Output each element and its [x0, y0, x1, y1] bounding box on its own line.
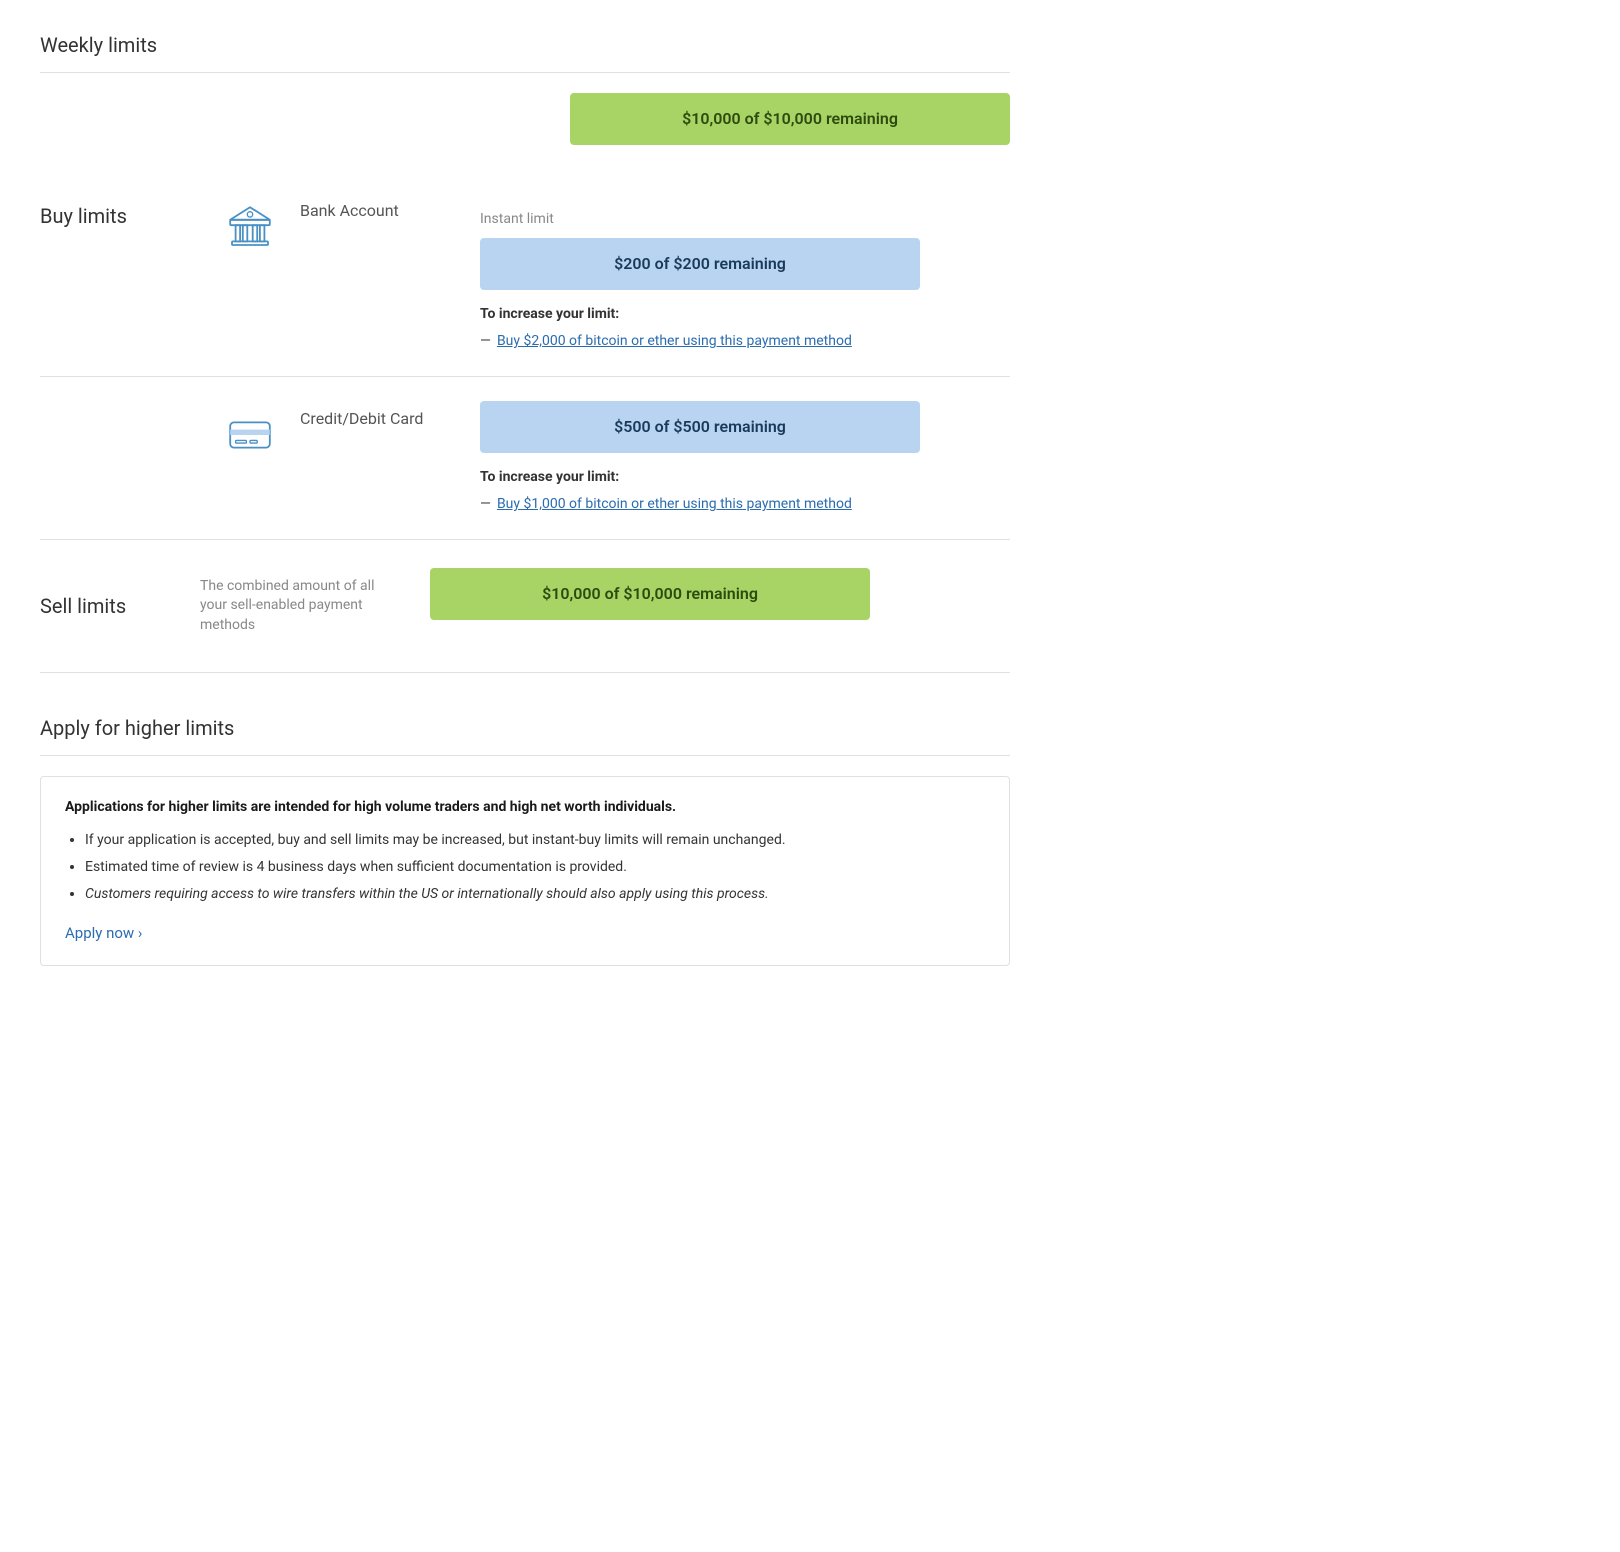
apply-bullet-2: Estimated time of review is 4 business d… — [85, 857, 985, 878]
instant-limit-label: Instant limit — [480, 209, 1010, 230]
sell-limits-row: Sell limits The combined amount of all y… — [40, 568, 1010, 644]
sell-limit-bar-container: $10,000 of $10,000 remaining — [430, 568, 1010, 644]
credit-debit-info: Credit/Debit Card — [300, 401, 460, 431]
apply-now-button[interactable]: Apply now › — [65, 924, 142, 942]
global-bar-container: $10,000 of $10,000 remaining — [570, 93, 1010, 169]
card-icon — [220, 405, 280, 465]
buy-global-limit-bar: $10,000 of $10,000 remaining — [570, 93, 1010, 145]
bank-account-name: Bank Account — [300, 201, 399, 220]
weekly-limits-section: Weekly limits $10,000 of $10,000 remaini… — [40, 30, 1010, 673]
weekly-limits-title: Weekly limits — [40, 30, 1010, 73]
apply-info-box: Applications for higher limits are inten… — [40, 776, 1010, 966]
credit-debit-dash-prefix: — — [480, 494, 491, 515]
global-limit-row: $10,000 of $10,000 remaining — [40, 73, 1010, 169]
bank-account-block: Buy limits Bank Account Insta — [40, 169, 1010, 377]
bank-instant-limit-bar: $200 of $200 remaining — [480, 238, 920, 290]
bank-increase-label: To increase your limit: — [480, 304, 1010, 325]
sell-limit-bar: $10,000 of $10,000 remaining — [430, 568, 870, 620]
buy-limits-label-2: Buy limits — [40, 401, 200, 439]
bank-account-limits: Instant limit $200 of $200 remaining To … — [480, 193, 1010, 352]
bank-increase-row: — Buy $2,000 of bitcoin or ether using t… — [480, 331, 1010, 352]
credit-debit-block: Buy limits Credit/Debit Card $500 of $50… — [40, 377, 1010, 539]
sell-limits-area: Sell limits The combined amount of all y… — [40, 540, 1010, 673]
bank-dash-prefix: — — [480, 331, 491, 352]
buy-limits-label: Buy limits — [40, 193, 200, 231]
credit-debit-bar: $500 of $500 remaining — [480, 401, 920, 453]
credit-debit-increase-row: — Buy $1,000 of bitcoin or ether using t… — [480, 494, 1010, 515]
apply-info-list: If your application is accepted, buy and… — [65, 830, 985, 905]
buy-limits-area: $10,000 of $10,000 remaining Buy limits — [40, 73, 1010, 540]
apply-bullet-1: If your application is accepted, buy and… — [85, 830, 985, 851]
credit-debit-name: Credit/Debit Card — [300, 409, 423, 428]
bank-icon — [220, 197, 280, 257]
apply-section: Apply for higher limits Applications for… — [40, 713, 1010, 966]
apply-bullet-3: Customers requiring access to wire trans… — [85, 884, 985, 905]
credit-debit-increase-label: To increase your limit: — [480, 467, 1010, 488]
credit-debit-increase-link[interactable]: Buy $1,000 of bitcoin or ether using thi… — [497, 494, 852, 515]
bank-increase-link[interactable]: Buy $2,000 of bitcoin or ether using thi… — [497, 331, 852, 352]
apply-section-title: Apply for higher limits — [40, 713, 1010, 756]
credit-debit-limits: $500 of $500 remaining To increase your … — [480, 401, 1010, 515]
apply-info-bold: Applications for higher limits are inten… — [65, 797, 985, 818]
sell-limits-description: The combined amount of all your sell-ena… — [200, 577, 400, 636]
bank-account-info: Bank Account — [300, 193, 460, 223]
sell-limits-label: Sell limits — [40, 591, 200, 621]
